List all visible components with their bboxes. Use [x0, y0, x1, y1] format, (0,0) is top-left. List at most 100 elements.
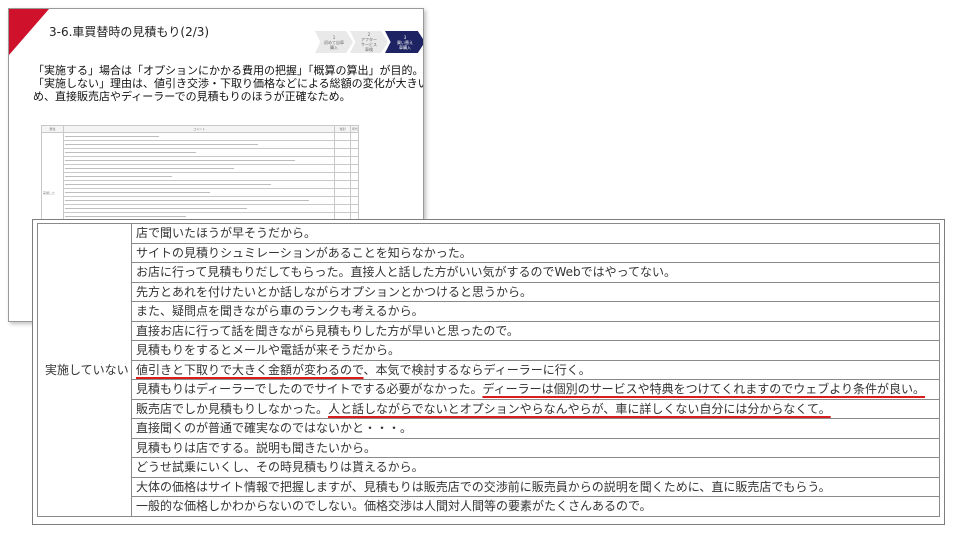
- comment-text: 見積もりをするとメールや電話が来そうだから。: [136, 343, 401, 358]
- mini-text-placeholder: [65, 144, 258, 145]
- table-row: 先方とあれを付けたいとか話しながらオプションとかつけると思うから。: [38, 281, 940, 302]
- comment-cell: どうせ試乗にいくし、その時見積もりは貰えるから。: [131, 457, 940, 478]
- mini-text-placeholder: [65, 184, 272, 185]
- comment-cell: また、疑問点を聞きながら車のランクも考えるから。: [131, 301, 940, 322]
- mini-text-placeholder: [65, 216, 186, 217]
- mini-table-row: [42, 180, 359, 189]
- slide-summary: 「実施する」場合は「オプションにかかる費用の把握」「概算の算出」が目的。 「実施…: [33, 64, 424, 103]
- comment-text: 、本気で検討するならディーラーに行く。: [363, 362, 591, 377]
- comment-cell: 見積もりは店でする。説明も聞きたいから。: [131, 437, 940, 458]
- table-row: お店に行って見積もりだしてもらった。直接人と話した方がいい気がするのでWebでは…: [38, 262, 940, 283]
- category-cell: 実施していない: [37, 223, 132, 517]
- mini-cell: [63, 148, 335, 157]
- comment-text: 直接お店に行って話を聞きながら見積もりした方が早いと思ったので。: [136, 323, 519, 338]
- mini-cell: [63, 204, 335, 213]
- step-indicator: 1 初めて自車 購入 2 アフター サービス 車検 3 買い替え 車購入: [315, 31, 423, 53]
- table-row: 直接聞くのが普通で確実なのではないかと・・・。: [38, 418, 940, 439]
- reasons-table: 実施していない 店で聞いたほうが早そうだから。 サイトの見積りシュミレーションがある…: [37, 223, 940, 517]
- table-row: 販売店でしか見積もりしなかった。人と話しながらでないとオプションやらなんやらが、…: [38, 398, 940, 419]
- comment-cell: 大体の価格はサイト情報で把握しますが、見積もりは販売店での交渉前に販売員からの説…: [131, 476, 940, 497]
- comment-text: 販売店でしか見積もりしなかった。: [136, 401, 329, 416]
- table-row: 値引きと下取りで大きく金額が変わるので、本気で検討するならディーラーに行く。: [38, 359, 940, 380]
- mini-cell: [334, 172, 351, 181]
- comment-cell: 直接お店に行って話を聞きながら見積もりした方が早いと思ったので。: [131, 320, 940, 341]
- mini-text-placeholder: [65, 136, 159, 137]
- mini-cell: [334, 180, 351, 189]
- mini-cell: [63, 172, 335, 181]
- table-row: 見積もりは店でする。説明も聞きたいから。: [38, 437, 940, 458]
- mini-text-placeholder: [65, 200, 309, 201]
- slide-accent-corner: [9, 9, 49, 55]
- table-row: また、疑問点を聞きながら車のランクも考えるから。: [38, 301, 940, 322]
- mini-cell: [350, 148, 359, 157]
- mini-text-placeholder: [65, 208, 248, 209]
- comment-text: また、疑問点を聞きながら車のランクも考えるから。: [136, 304, 424, 319]
- mini-cell: [350, 180, 359, 189]
- mini-cell: [63, 188, 335, 197]
- mini-cell: [350, 164, 359, 173]
- mini-cell: [334, 204, 351, 213]
- comment-cell: お店に行って見積もりだしてもらった。直接人と話した方がいい気がするのでWebでは…: [131, 262, 940, 283]
- summary-line: め、直接販売店やディーラーでの見積もりのほうが正確なため。: [33, 90, 351, 103]
- table-row: 見積もりをするとメールや電話が来そうだから。: [38, 340, 940, 361]
- mini-table-row: [42, 196, 359, 205]
- reasons-table-body: 実施していない 店で聞いたほうが早そうだから。 サイトの見積りシュミレーションがある…: [37, 223, 940, 517]
- comment-text: どうせ試乗にいくし、その時見積もりは貰えるから。: [136, 460, 424, 475]
- table-row: 直接お店に行って話を聞きながら見積もりした方が早いと思ったので。: [38, 320, 940, 341]
- mini-cell: [350, 188, 359, 197]
- mini-text-placeholder: [65, 192, 210, 193]
- mini-table-row: [42, 188, 359, 197]
- underlined-comment-text: 人と話しながらでないとオプションやらなんやらが、車に詳しくない自分には分からなく…: [328, 401, 831, 416]
- comment-cell: 店で聞いたほうが早そうだから。: [131, 223, 940, 244]
- mini-cell: [334, 164, 351, 173]
- summary-line: 「実施する」場合は「オプションにかかる費用の把握」「概算の算出」が目的。: [33, 64, 424, 77]
- comment-cell: 先方とあれを付けたいとか話しながらオプションとかつけると思うから。: [131, 281, 940, 302]
- table-row: どうせ試乗にいくし、その時見積もりは貰えるから。: [38, 457, 940, 478]
- comment-text: お店に行って見積もりだしてもらった。直接人と話した方がいい気がするのでWebでは…: [136, 265, 677, 280]
- mini-text-placeholder: [65, 152, 197, 153]
- comment-cell: 一般的な価格しかわからないのでしない。価格交渉は人間対人間等の要素がたくさんある…: [131, 496, 940, 517]
- mini-cell: [63, 156, 335, 165]
- table-row: 大体の価格はサイト情報で把握しますが、見積もりは販売店での交渉前に販売員からの説…: [38, 476, 940, 497]
- zoomed-table-panel: 実施していない 店で聞いたほうが早そうだから。 サイトの見積りシュミレーションがある…: [32, 219, 945, 525]
- comment-cell: 値引きと下取りで大きく金額が変わるので、本気で検討するならディーラーに行く。: [131, 359, 940, 380]
- mini-cell: [334, 148, 351, 157]
- underlined-comment-text: ディーラーは個別のサービスや特典をつけてくれますのでウェブより条件が良い。: [482, 382, 926, 397]
- mini-text-placeholder: [65, 176, 173, 177]
- mini-cell: [63, 140, 335, 149]
- mini-table-row: [42, 204, 359, 213]
- comment-text: 直接聞くのが普通で確実なのではないかと・・・。: [136, 421, 413, 436]
- comment-text: 一般的な価格しかわからないのでしない。価格交渉は人間対人間等の要素がたくさんある…: [136, 499, 652, 514]
- mini-cell: [350, 140, 359, 149]
- summary-line: 「実施しない」理由は、値引き交渉・下取り価格などによる総額の変化が大きいた: [33, 77, 424, 90]
- mini-header-comment: コメント: [63, 125, 335, 133]
- mini-table-row: [42, 172, 359, 181]
- comment-cell: 見積もりをするとメールや電話が来そうだから。: [131, 340, 940, 361]
- mini-cell: [334, 196, 351, 205]
- mini-cell: [63, 132, 335, 141]
- mini-text-placeholder: [65, 160, 296, 161]
- mini-table-row: [42, 140, 359, 149]
- comment-cell: サイトの見積りシュミレーションがあることを知らなかった。: [131, 242, 940, 263]
- comment-text: 大体の価格はサイト情報で把握しますが、見積もりは販売店での交渉前に販売員からの説…: [136, 479, 831, 494]
- mini-cell: [63, 196, 335, 205]
- mini-cell: [350, 156, 359, 165]
- mini-cell: [350, 196, 359, 205]
- comment-text: 先方とあれを付けたいとか話しながらオプションとかつけると思うから。: [136, 284, 533, 299]
- mini-table-row: [42, 156, 359, 165]
- step-2: 2 アフター サービス 車検: [350, 31, 388, 53]
- table-row: 見積もりはディーラーでしたのでサイトでする必要がなかった。ディーラーは個別のサー…: [38, 379, 940, 400]
- mini-cell: [350, 204, 359, 213]
- mini-header-attr: 属性: [41, 125, 64, 133]
- mini-header-age: 年代: [350, 125, 359, 133]
- slide-title: 3-6.車買替時の見積もり(2/3): [49, 25, 210, 39]
- table-row: 一般的な価格しかわからないのでしない。価格交渉は人間対人間等の要素がたくさんある…: [38, 496, 940, 517]
- mini-cell: [350, 172, 359, 181]
- mini-table-row: [42, 164, 359, 173]
- mini-cell: [63, 164, 335, 173]
- comment-text: 見積もりは店でする。説明も聞きたいから。: [136, 440, 377, 455]
- comment-cell: 見積もりはディーラーでしたのでサイトでする必要がなかった。ディーラーは個別のサー…: [131, 379, 940, 400]
- table-row: サイトの見積りシュミレーションがあることを知らなかった。: [38, 242, 940, 263]
- table-row: 実施していない 店で聞いたほうが早そうだから。: [37, 223, 940, 517]
- mini-cell: [334, 188, 351, 197]
